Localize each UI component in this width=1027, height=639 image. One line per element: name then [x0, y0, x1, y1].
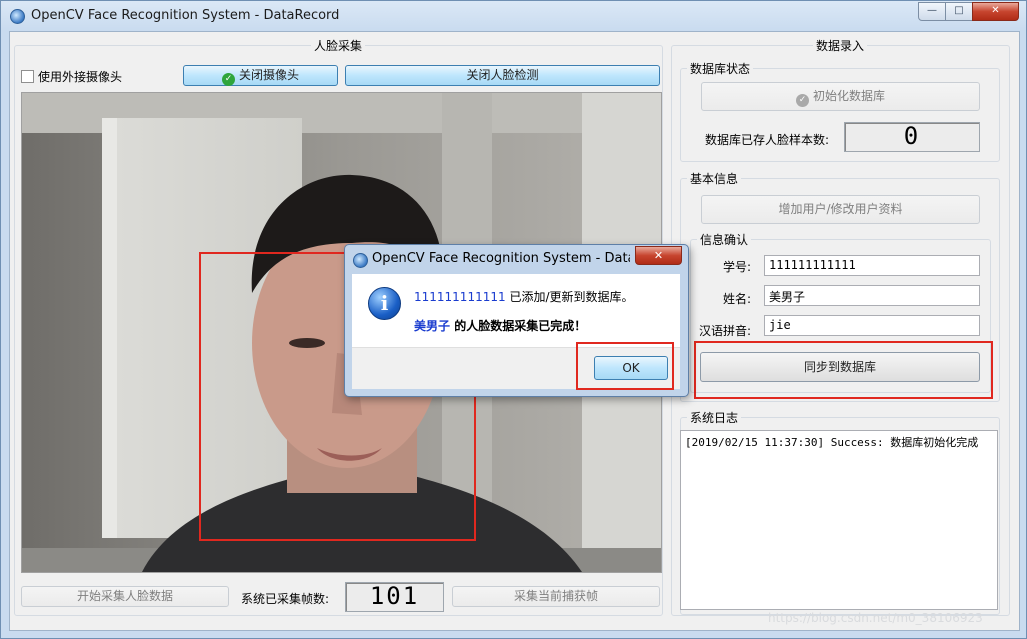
confirm-title: 信息确认 — [697, 231, 752, 248]
dialog-body: i 111111111111 已添加/更新到数据库。 美男子 的人脸数据采集已完… — [352, 274, 680, 347]
dialog-title: OpenCV Face Recognition System - DataRe.… — [372, 251, 630, 266]
dialog-user-name: 美男子 — [414, 319, 451, 333]
sync-highlight-box — [694, 341, 993, 399]
external-camera-label: 使用外接摄像头 — [38, 70, 123, 84]
student-id-label: 学号: — [723, 260, 752, 274]
capture-group-title: 人脸采集 — [311, 37, 366, 54]
close-camera-label: 关闭摄像头 — [238, 68, 299, 82]
ok-highlight-box — [576, 342, 674, 390]
dialog-close-button[interactable]: ✕ — [635, 246, 682, 265]
message-dialog: OpenCV Face Recognition System - DataRe.… — [344, 244, 689, 397]
start-collect-button[interactable]: 开始采集人脸数据 — [21, 586, 229, 607]
name-field[interactable]: 美男子 — [764, 285, 980, 306]
close-button[interactable]: ✕ — [972, 2, 1019, 21]
minimize-button[interactable]: — — [918, 2, 946, 21]
add-user-button[interactable]: 增加用户/修改用户资料 — [701, 195, 980, 224]
basic-info-title: 基本信息 — [687, 170, 742, 187]
pinyin-field[interactable]: jie — [764, 315, 980, 336]
dialog-line1-text: 已添加/更新到数据库。 — [505, 290, 634, 304]
init-db-label: 初始化数据库 — [812, 89, 885, 103]
window-title: OpenCV Face Recognition System - DataRec… — [31, 8, 340, 23]
watermark: https://blog.csdn.net/m0_38106923 — [768, 611, 983, 625]
frames-label: 系统已采集帧数: — [241, 592, 330, 606]
dialog-line2-text: 的人脸数据采集已完成！ — [450, 319, 587, 333]
external-camera-checkbox[interactable] — [21, 70, 34, 83]
dialog-footer: OK — [352, 342, 680, 390]
title-bar[interactable]: OpenCV Face Recognition System - DataRec… — [1, 1, 1026, 30]
log-title: 系统日志 — [687, 409, 742, 426]
init-db-button[interactable]: ✓ 初始化数据库 — [701, 82, 980, 111]
maximize-button[interactable]: □ — [945, 2, 973, 21]
samples-counter: 0 — [844, 122, 980, 152]
log-line: [2019/02/15 11:37:30] Success: 数据库初始化完成 — [685, 436, 979, 449]
check-circle-icon: ✓ — [795, 94, 809, 107]
app-icon — [353, 253, 368, 268]
close-camera-button[interactable]: ✓ 关闭摄像头 — [183, 65, 338, 86]
db-status-title: 数据库状态 — [687, 60, 754, 77]
frames-counter: 101 — [345, 582, 444, 612]
samples-label: 数据库已存人脸样本数: — [705, 133, 830, 147]
info-icon: i — [368, 287, 401, 320]
app-window: OpenCV Face Recognition System - DataRec… — [0, 0, 1027, 639]
system-log[interactable]: [2019/02/15 11:37:30] Success: 数据库初始化完成 — [680, 430, 998, 610]
check-circle-icon: ✓ — [221, 73, 235, 86]
dialog-user-id: 111111111111 — [414, 290, 506, 304]
dialog-message-line2: 美男子 的人脸数据采集已完成！ — [414, 317, 586, 334]
close-face-detect-button[interactable]: 关闭人脸检测 — [345, 65, 660, 86]
record-group-title: 数据录入 — [813, 37, 868, 54]
student-id-field[interactable]: 111111111111 — [764, 255, 980, 276]
external-camera-option[interactable]: 使用外接摄像头 — [21, 68, 122, 85]
dialog-message-line1: 111111111111 已添加/更新到数据库。 — [414, 288, 633, 305]
app-icon — [10, 9, 25, 24]
capture-frame-button[interactable]: 采集当前捕获帧 — [452, 586, 660, 607]
pinyin-label: 汉语拼音: — [699, 324, 752, 338]
name-label: 姓名: — [723, 292, 752, 306]
